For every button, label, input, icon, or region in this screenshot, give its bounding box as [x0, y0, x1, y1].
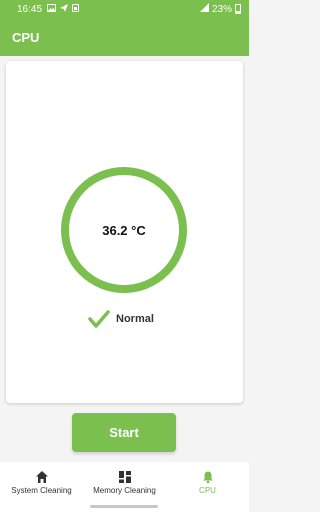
home-icon	[35, 470, 48, 483]
check-icon	[88, 310, 110, 328]
grid-icon	[118, 470, 131, 483]
nav-item-system-cleaning[interactable]: System Cleaning	[0, 462, 83, 502]
bell-icon	[202, 471, 213, 483]
image-icon	[47, 3, 57, 15]
start-button[interactable]: Start	[72, 413, 176, 452]
battery-percent: 23%	[211, 3, 232, 15]
notification-icons	[47, 3, 80, 15]
battery-icon	[235, 4, 241, 14]
nav-label-cpu: CPU	[199, 485, 216, 495]
page-title: CPU	[12, 29, 40, 45]
send-icon	[60, 3, 69, 15]
bottom-navigation: System Cleaning Memory Cleaning CPU	[0, 462, 249, 502]
temperature-gauge: 36.2 °C	[61, 167, 187, 293]
cpu-screen: 16:45 23% CPU 36.2 °C Normal Start Syste…	[0, 0, 249, 512]
signal-icon	[199, 3, 209, 15]
nav-item-memory-cleaning[interactable]: Memory Cleaning	[83, 462, 166, 502]
gesture-handle[interactable]	[90, 505, 158, 508]
temperature-value: 36.2 °C	[102, 222, 146, 238]
nav-item-cpu[interactable]: CPU	[166, 462, 249, 502]
gesture-bar	[0, 502, 249, 512]
sim-icon	[72, 3, 80, 15]
status-label: Normal	[116, 313, 154, 325]
status-right: 23%	[199, 3, 241, 15]
nav-label-system-cleaning: System Cleaning	[11, 485, 72, 495]
nav-label-memory-cleaning: Memory Cleaning	[93, 485, 156, 495]
status-time: 16:45	[17, 3, 43, 15]
status-bar: 16:45 23%	[0, 0, 249, 18]
status-row: Normal	[88, 308, 154, 330]
app-bar: CPU	[0, 18, 249, 56]
cpu-card: 36.2 °C Normal	[6, 61, 243, 403]
